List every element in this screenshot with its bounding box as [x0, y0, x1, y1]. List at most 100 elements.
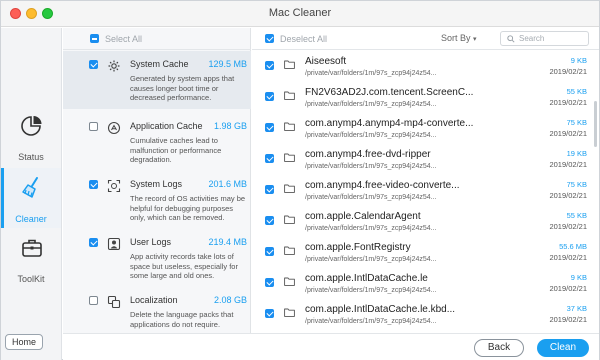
file-row[interactable]: com.apple.FontRegistry/private/var/folde…: [252, 237, 599, 268]
file-date: 2019/02/21: [549, 129, 587, 138]
file-size: 9 KB: [570, 273, 587, 282]
app-store-icon: [107, 121, 121, 135]
file-checkbox[interactable]: [265, 154, 274, 163]
nav-item-label: Cleaner: [15, 214, 47, 224]
folder-icon: [284, 91, 295, 100]
bottom-bar: Back Clean: [63, 333, 599, 360]
file-checkbox[interactable]: [265, 61, 274, 70]
file-name: FN2V63AD2J.com.tencent.ScreenC...: [305, 87, 474, 98]
file-size: 55 KB: [566, 211, 587, 220]
home-button[interactable]: Home: [5, 334, 43, 350]
file-row[interactable]: Aiseesoft/private/var/folders/1m/97s_zcp…: [252, 51, 599, 82]
category-panel: Select All System Cache 129.5 MB Generat…: [63, 28, 251, 333]
user-icon: [107, 237, 121, 251]
sidebar-nav: Status Cleaner ToolKit Home: [1, 28, 62, 360]
file-name: com.apple.FontRegistry: [305, 242, 411, 253]
file-row[interactable]: com.anymp4.anymp4-mp4-converte... /privat…: [252, 113, 599, 144]
category-application-cache[interactable]: Application Cache 1.98 GB Cumulative cac…: [63, 113, 251, 171]
file-row[interactable]: FN2V63AD2J.com.tencent.ScreenC... /privat…: [252, 82, 599, 113]
file-path: /private/var/folders/1m/97s_zcp94j24z54.…: [305, 318, 437, 325]
folder-icon: [284, 308, 295, 317]
category-checkbox[interactable]: [89, 296, 98, 305]
file-name: com.apple.IntlDataCache.le: [305, 273, 428, 284]
category-name: System Logs: [130, 179, 183, 189]
file-name: com.anymp4.free-dvd-ripper: [305, 149, 431, 160]
scrollbar-thumb[interactable]: [594, 101, 597, 147]
nav-item-toolkit[interactable]: ToolKit: [1, 228, 61, 288]
file-row[interactable]: com.apple.CalendarAgent/private/var/fold…: [252, 206, 599, 237]
search-icon: [507, 35, 515, 43]
file-size: 75 KB: [566, 180, 587, 189]
folder-icon: [284, 153, 295, 162]
category-checkbox[interactable]: [89, 122, 98, 131]
category-checkbox[interactable]: [89, 60, 98, 69]
category-size: 201.6 MB: [208, 179, 247, 189]
toolbox-icon: [22, 239, 42, 257]
category-description: App activity records take lots of space …: [130, 252, 238, 280]
nav-item-cleaner[interactable]: Cleaner: [1, 168, 61, 228]
file-checkbox[interactable]: [265, 92, 274, 101]
file-list-header: Deselect All Sort By ▾: [252, 28, 599, 50]
nav-item-status[interactable]: Status: [1, 106, 61, 166]
deselect-all-label: Deselect All: [280, 34, 328, 44]
file-size: 9 KB: [570, 56, 587, 65]
file-name: Aiseesoft: [305, 56, 347, 67]
file-date: 2019/02/21: [549, 284, 587, 293]
deselect-all-checkbox[interactable]: [265, 34, 274, 43]
file-size: 55.6 MB: [559, 242, 587, 251]
file-date: 2019/02/21: [549, 253, 587, 262]
file-row[interactable]: com.anymp4.free-video-converte... /privat…: [252, 175, 599, 206]
gear-icon: [108, 60, 120, 72]
file-date: 2019/02/21: [549, 160, 587, 169]
category-user-logs[interactable]: User Logs 219.4 MB App activity records …: [63, 229, 251, 287]
category-size: 1.98 GB: [213, 121, 247, 131]
back-button[interactable]: Back: [474, 339, 524, 357]
folder-icon: [284, 215, 295, 224]
sort-by-label: Sort By: [441, 33, 471, 43]
category-checkbox[interactable]: [89, 180, 98, 189]
category-checkbox[interactable]: [89, 238, 98, 247]
category-system-cache[interactable]: System Cache 129.5 MB Generated by syste…: [63, 51, 251, 109]
file-date: 2019/02/21: [549, 222, 587, 231]
category-description: Delete the language packs that applicati…: [130, 310, 234, 329]
file-list-panel: Deselect All Sort By ▾ Aiseesoft/private…: [252, 28, 599, 333]
file-checkbox[interactable]: [265, 216, 274, 225]
file-checkbox[interactable]: [265, 247, 274, 256]
category-size: 129.5 MB: [208, 59, 247, 69]
file-size: 19 KB: [566, 149, 587, 158]
select-all-checkbox[interactable]: [90, 34, 99, 43]
category-system-logs[interactable]: System Logs 201.6 MB The record of OS ac…: [63, 171, 251, 229]
category-size: 219.4 MB: [208, 237, 247, 247]
file-checkbox[interactable]: [265, 123, 274, 132]
file-row[interactable]: com.anymp4.free-dvd-ripper/private/var/f…: [252, 144, 599, 175]
file-row[interactable]: com.apple.IntlDataCache.le.kbd... /privat…: [252, 299, 599, 330]
file-path: /private/var/folders/1m/97s_zcp94j24z54.…: [305, 70, 437, 77]
category-name: Application Cache: [130, 121, 203, 131]
nav-item-label: ToolKit: [17, 274, 45, 284]
file-checkbox[interactable]: [265, 278, 274, 287]
category-header: Select All: [63, 28, 251, 50]
mac-cleaner-window: Mac Cleaner Status Cleaner ToolKit Home …: [0, 0, 600, 360]
category-size: 2.08 GB: [213, 295, 247, 305]
window-title: Mac Cleaner: [268, 7, 332, 19]
search-input[interactable]: [519, 33, 585, 44]
nav-item-label: Status: [18, 152, 44, 162]
file-size: 55 KB: [566, 87, 587, 96]
file-path: /private/var/folders/1m/97s_zcp94j24z54.…: [305, 225, 437, 232]
folder-icon: [284, 184, 295, 193]
folder-icon: [284, 60, 295, 69]
file-checkbox[interactable]: [265, 185, 274, 194]
file-row[interactable]: com.apple.IntlDataCache.le/private/var/f…: [252, 268, 599, 299]
sort-by-dropdown[interactable]: Sort By ▾: [441, 33, 477, 43]
folder-icon: [284, 246, 295, 255]
clean-button[interactable]: Clean: [537, 339, 589, 357]
select-all-label: Select All: [105, 34, 143, 44]
file-size: 37 KB: [566, 304, 587, 313]
file-name: com.apple.CalendarAgent: [305, 211, 421, 222]
search-box: [500, 31, 589, 46]
file-date: 2019/02/21: [549, 98, 587, 107]
file-size: 75 KB: [566, 118, 587, 127]
chevron-down-icon: ▾: [473, 36, 477, 43]
file-checkbox[interactable]: [265, 309, 274, 318]
file-path: /private/var/folders/1m/97s_zcp94j24z54.…: [305, 256, 437, 263]
